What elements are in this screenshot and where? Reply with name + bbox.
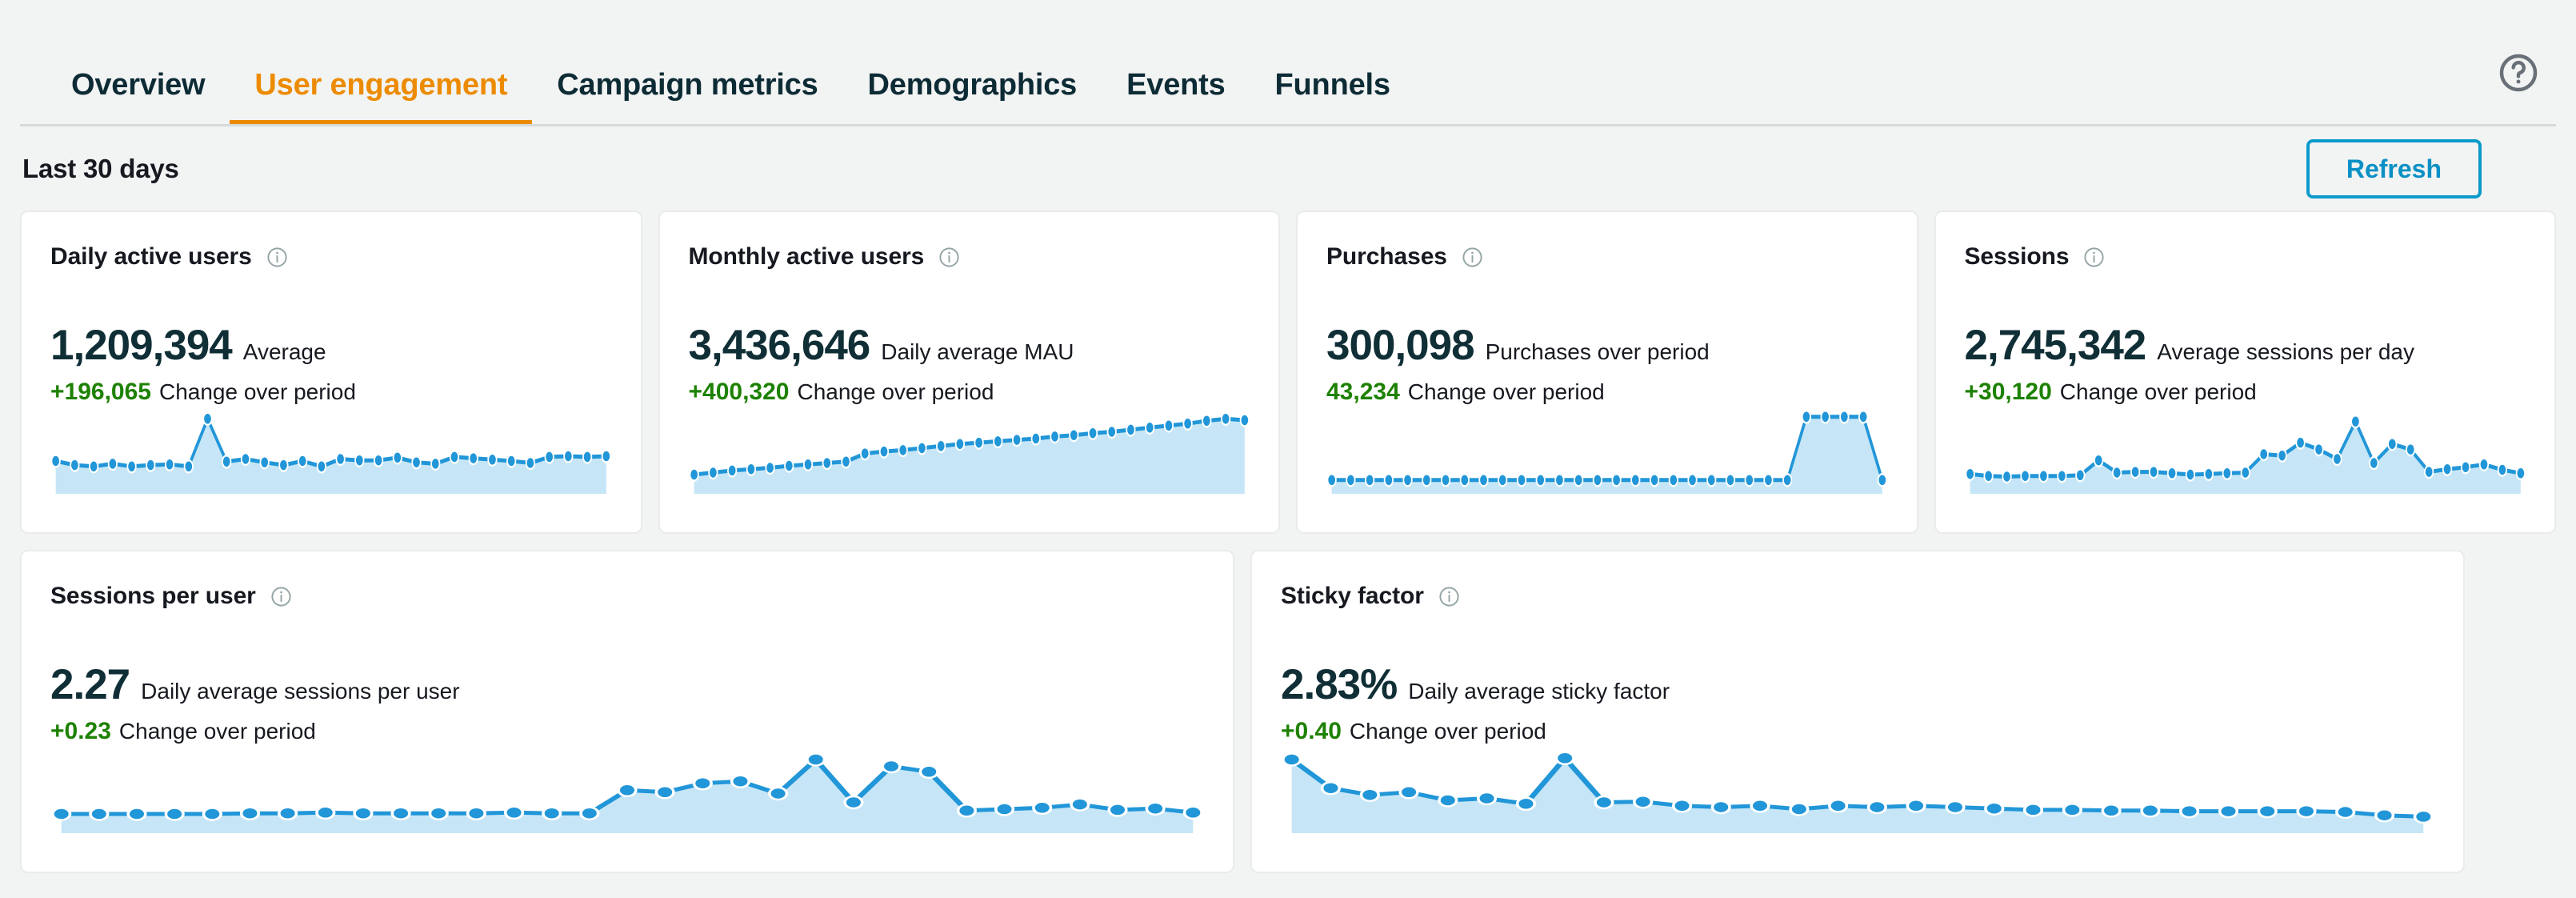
metric-change-label: Change over period <box>118 719 316 744</box>
metric-value-row: 2.27 Daily average sessions per user <box>50 663 1204 706</box>
card-header: Daily active users <box>50 243 612 271</box>
metric-change-row: +400,320 Change over period <box>689 380 1250 404</box>
metric-value: 2,745,342 <box>1964 322 2147 369</box>
metric-value-label: Daily average sticky factor <box>1408 679 1670 704</box>
sparkline-chart <box>1281 745 2434 833</box>
metric-change-row: 43,234 Change over period <box>1326 380 1888 404</box>
metric-change-value: +196,065 <box>50 379 151 405</box>
metric-value: 300,098 <box>1326 322 1475 369</box>
metric-value-label: Average sessions per day <box>2157 339 2414 364</box>
info-icon[interactable] <box>1438 585 1461 608</box>
sparkline-chart <box>1326 406 1888 494</box>
tab-campaign-metrics[interactable]: Campaign metrics <box>532 70 842 126</box>
metric-card-sessions-per-user: Sessions per user 2.27 Daily average sessi… <box>20 550 1234 873</box>
metric-card-daily-active-users: Daily active users 1,209,394 Average +196,0… <box>20 210 642 534</box>
metric-change-value: +30,120 <box>1964 379 2052 405</box>
metric-value-row: 1,209,394 Average <box>50 324 612 367</box>
metric-card-monthly-active-users: Monthly active users 3,436,646 Daily avera… <box>658 210 1280 534</box>
metric-change-value: 43,234 <box>1326 379 1400 405</box>
info-icon[interactable] <box>1461 246 1484 269</box>
refresh-button[interactable]: Refresh <box>2306 138 2482 198</box>
tab-list: Overview User engagement Campaign metrics D… <box>20 0 1415 126</box>
metric-value-row: 3,436,646 Daily average MAU <box>689 324 1250 367</box>
info-icon[interactable] <box>2082 246 2106 269</box>
metric-change-label: Change over period <box>2059 379 2257 404</box>
card-title: Sessions <box>1964 243 2070 270</box>
card-title: Sessions per user <box>50 583 256 609</box>
metric-value-label: Daily average MAU <box>881 339 1074 364</box>
metric-change-row: +196,065 Change over period <box>50 380 612 404</box>
metric-value: 1,209,394 <box>50 322 233 369</box>
period-toolbar: Last 30 days Refresh <box>0 126 2576 210</box>
metrics-row-top: Daily active users 1,209,394 Average +196,0… <box>20 210 2556 534</box>
sparkline-chart <box>689 406 1250 494</box>
info-icon[interactable] <box>270 585 293 608</box>
metric-change-label: Change over period <box>1407 379 1605 404</box>
metric-card-sessions: Sessions 2,745,342 Average sessions per da… <box>1934 210 2556 534</box>
tab-bar-divider <box>20 124 2556 126</box>
metric-value-label: Purchases over period <box>1485 339 1710 364</box>
metric-change-label: Change over period <box>797 379 994 404</box>
card-title: Sticky factor <box>1281 583 1424 609</box>
tab-events[interactable]: Events <box>1102 70 1250 126</box>
tab-user-engagement[interactable]: User engagement <box>230 70 533 126</box>
metrics-grid: Daily active users 1,209,394 Average +196,0… <box>0 210 2576 873</box>
info-icon[interactable] <box>938 246 961 269</box>
metric-value: 2.83% <box>1281 661 1398 708</box>
metric-value-row: 300,098 Purchases over period <box>1326 324 1888 367</box>
metric-value-row: 2,745,342 Average sessions per day <box>1965 324 2526 367</box>
info-icon[interactable] <box>266 246 289 269</box>
help-circle-icon[interactable] <box>2496 50 2541 95</box>
card-title: Purchases <box>1326 243 1447 270</box>
card-header: Sticky factor <box>1281 583 2434 610</box>
metric-change-label: Change over period <box>1349 719 1546 744</box>
metric-value-label: Daily average sessions per user <box>141 679 460 704</box>
card-header: Purchases <box>1326 243 1888 271</box>
metric-value: 3,436,646 <box>688 322 871 369</box>
card-header: Sessions per user <box>50 583 1204 610</box>
period-title: Last 30 days <box>22 153 179 183</box>
metric-value-label: Average <box>242 339 326 364</box>
card-title: Daily active users <box>50 243 252 270</box>
metric-value: 2.27 <box>50 661 130 708</box>
metrics-row-bottom: Sessions per user 2.27 Daily average sessi… <box>20 550 2556 873</box>
metric-change-row: +30,120 Change over period <box>1965 380 2526 404</box>
card-header: Monthly active users <box>689 243 1250 271</box>
sparkline-chart <box>50 406 612 494</box>
metric-change-row: +0.23 Change over period <box>50 720 1204 744</box>
tab-demographics[interactable]: Demographics <box>843 70 1102 126</box>
metric-change-value: +0.40 <box>1281 718 1342 744</box>
metric-change-label: Change over period <box>158 379 356 404</box>
card-title: Monthly active users <box>688 243 925 270</box>
metric-change-value: +0.23 <box>50 718 111 744</box>
metric-value-row: 2.83% Daily average sticky factor <box>1281 663 2434 706</box>
metric-change-row: +0.40 Change over period <box>1281 720 2434 744</box>
tab-bar: Overview User engagement Campaign metrics D… <box>0 0 2576 126</box>
sparkline-chart <box>50 745 1204 833</box>
tab-overview[interactable]: Overview <box>46 70 230 126</box>
metric-card-purchases: Purchases 300,098 Purchases over period 43,… <box>1296 210 1918 534</box>
card-header: Sessions <box>1965 243 2526 271</box>
metric-card-sticky-factor: Sticky factor 2.83% Daily average sticky f… <box>1250 550 2465 873</box>
tab-funnels[interactable]: Funnels <box>1250 70 1415 126</box>
sparkline-chart <box>1965 406 2526 494</box>
metric-change-value: +400,320 <box>688 379 790 405</box>
